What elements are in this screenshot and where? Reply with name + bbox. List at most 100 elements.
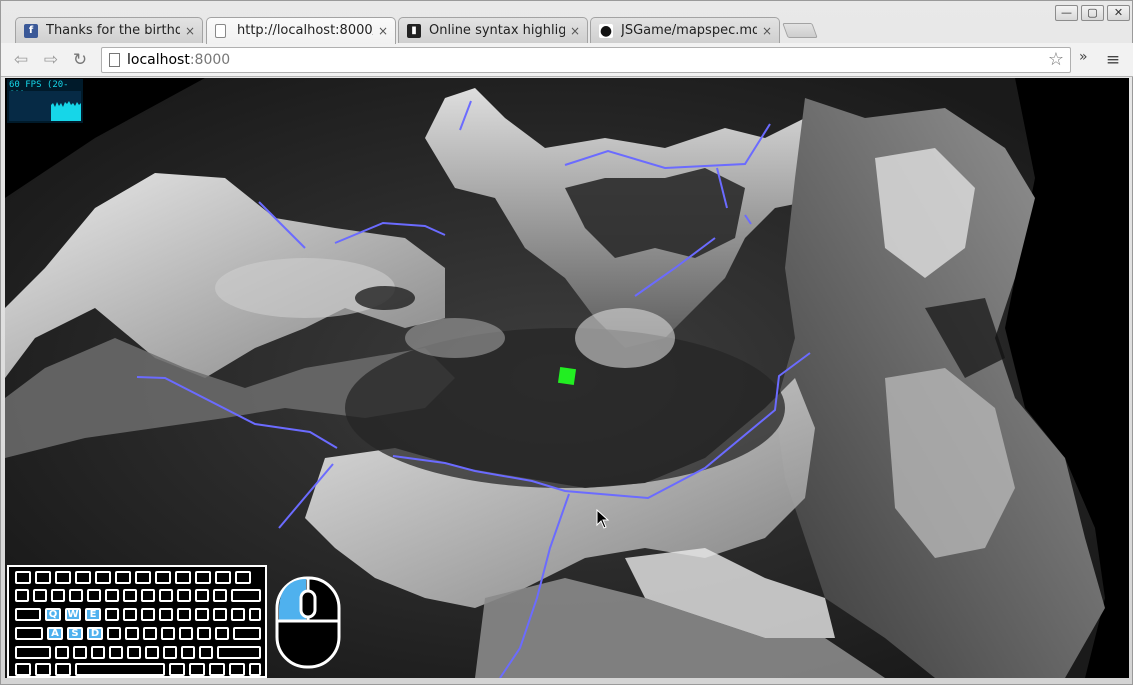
key-a: A	[47, 627, 63, 640]
tab-title: JSGame/mapspec.md	[621, 23, 757, 38]
close-icon[interactable]: ×	[570, 18, 580, 43]
key-e: E	[85, 608, 101, 621]
mouse-cursor-icon	[596, 509, 610, 529]
keyboard-key	[75, 571, 91, 584]
key-d: D	[87, 627, 103, 640]
keyboard-key	[15, 627, 43, 640]
keyboard-key	[15, 589, 29, 602]
keyboard-key	[33, 589, 47, 602]
page-icon	[215, 24, 226, 38]
keyboard-key	[189, 663, 205, 676]
key-q: Q	[45, 608, 61, 621]
menu-button[interactable]: ≡	[1102, 49, 1124, 71]
key-s: S	[67, 627, 83, 640]
bookmark-star-icon[interactable]: ☆	[1048, 48, 1064, 72]
keyboard-key	[195, 571, 211, 584]
tab-title: Thanks for the birthday	[46, 23, 180, 38]
keyboard-key	[233, 627, 261, 640]
facebook-icon: f	[24, 24, 38, 38]
keyboard-key	[123, 589, 137, 602]
keyboard-key	[115, 571, 131, 584]
keyboard-key	[145, 646, 159, 659]
reload-button[interactable]: ↻	[69, 49, 91, 71]
keyboard-key	[51, 589, 65, 602]
browser-window: f Thanks for the birthday × http://local…	[0, 0, 1133, 685]
keyboard-key	[197, 627, 211, 640]
keyboard-key	[213, 608, 227, 621]
keyboard-key	[35, 663, 51, 676]
keyboard-key	[141, 608, 155, 621]
close-window-button[interactable]: ✕	[1107, 5, 1130, 21]
keyboard-key	[73, 646, 87, 659]
tab-github[interactable]: ● JSGame/mapspec.md ×	[590, 17, 780, 43]
keyboard-key	[195, 589, 209, 602]
url-host: localhost	[127, 52, 190, 68]
tab-strip: f Thanks for the birthday × http://local…	[1, 1, 1133, 44]
close-icon[interactable]: ×	[378, 18, 388, 44]
keyboard-key	[195, 608, 209, 621]
keyboard-key	[75, 663, 165, 676]
keyboard-key	[209, 663, 225, 676]
tab-localhost[interactable]: http://localhost:8000/ ×	[206, 17, 396, 44]
address-bar[interactable]: localhost:8000 ☆	[101, 47, 1071, 73]
keyboard-key	[55, 663, 71, 676]
keyboard-key	[177, 608, 191, 621]
maximize-button[interactable]: ▢	[1081, 5, 1104, 21]
keyboard-key	[229, 663, 245, 676]
keyboard-key	[143, 627, 157, 640]
keyboard-key	[141, 589, 155, 602]
forward-button[interactable]: ⇨	[40, 49, 62, 71]
keyboard-key	[155, 571, 171, 584]
page-icon	[109, 53, 120, 67]
keyboard-key	[215, 571, 231, 584]
close-icon[interactable]: ×	[762, 18, 772, 43]
keyboard-hint: QWE ASD	[7, 565, 267, 678]
minimize-button[interactable]: —	[1055, 5, 1078, 21]
tab-title: Online syntax highlighting	[429, 23, 565, 38]
keyboard-key	[127, 646, 141, 659]
keyboard-key	[123, 608, 137, 621]
extensions-chevron-icon[interactable]: »	[1079, 49, 1088, 65]
keyboard-key	[125, 627, 139, 640]
url-port: :8000	[189, 52, 231, 68]
keyboard-key	[215, 627, 229, 640]
keyboard-key	[15, 663, 31, 676]
game-canvas[interactable]: 60 FPS (20-60) QWE ASD	[5, 78, 1129, 678]
keyboard-key	[55, 646, 69, 659]
tab-facebook[interactable]: f Thanks for the birthday ×	[15, 17, 203, 43]
tab-syntax-highlight[interactable]: ▮ Online syntax highlighting ×	[398, 17, 588, 43]
mouse-hint-icon	[275, 576, 341, 669]
keyboard-key	[199, 646, 213, 659]
keyboard-key	[175, 571, 191, 584]
fps-meter: 60 FPS (20-60)	[7, 79, 83, 123]
keyboard-key	[15, 571, 31, 584]
keyboard-key	[87, 589, 101, 602]
keyboard-key	[91, 646, 105, 659]
keyboard-key	[159, 589, 173, 602]
keyboard-key	[159, 608, 173, 621]
keyboard-key	[109, 646, 123, 659]
keyboard-key	[169, 663, 185, 676]
keyboard-key	[177, 589, 191, 602]
keyboard-key	[15, 608, 41, 621]
keyboard-key	[163, 646, 177, 659]
keyboard-key	[213, 589, 227, 602]
keyboard-key	[181, 646, 195, 659]
player-marker	[557, 366, 577, 386]
back-button[interactable]: ⇦	[10, 49, 32, 71]
url-text: localhost:8000	[127, 48, 230, 72]
keyboard-key	[249, 663, 261, 676]
keyboard-key	[179, 627, 193, 640]
keyboard-key	[107, 627, 121, 640]
keyboard-key	[249, 608, 261, 621]
close-icon[interactable]: ×	[185, 18, 195, 43]
new-tab-button[interactable]	[782, 23, 818, 38]
keyboard-key	[135, 571, 151, 584]
tab-title: http://localhost:8000/	[237, 23, 373, 38]
github-icon: ●	[599, 23, 613, 39]
syntax-highlight-icon: ▮	[407, 24, 421, 38]
keyboard-key	[161, 627, 175, 640]
keyboard-key	[235, 571, 251, 584]
keyboard-key	[217, 646, 261, 659]
browser-toolbar: ⇦ ⇨ ↻ localhost:8000 ☆ » ≡	[1, 43, 1133, 77]
